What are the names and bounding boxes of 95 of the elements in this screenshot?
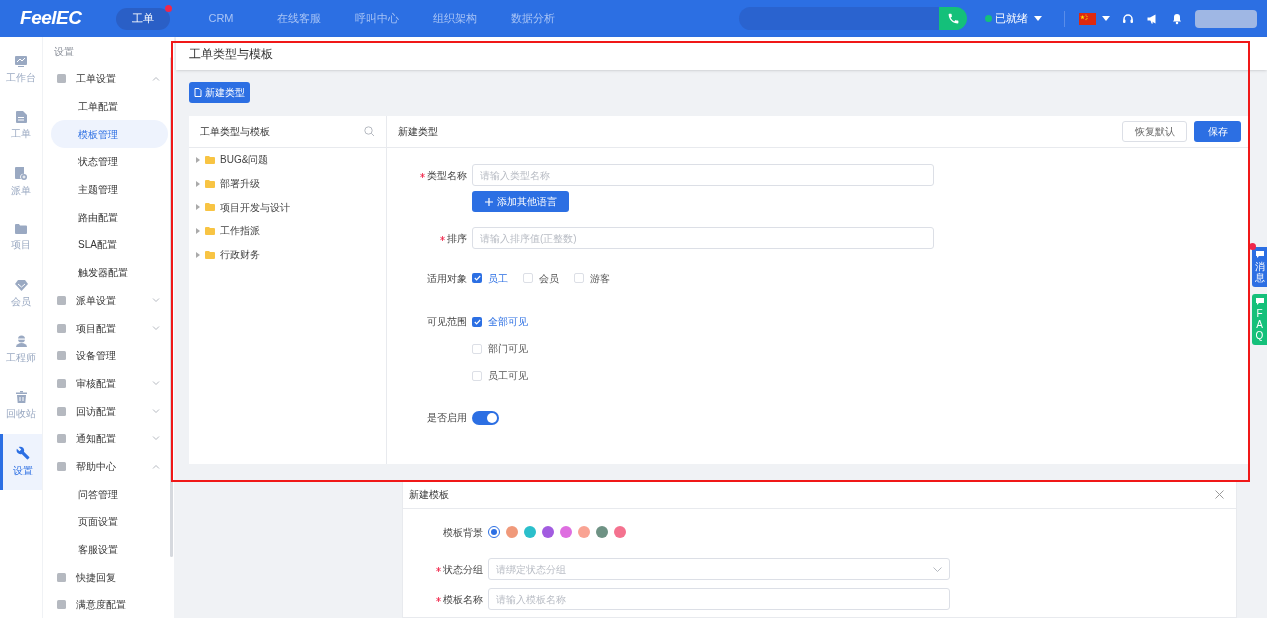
caret-icon <box>1034 15 1042 22</box>
dial-field[interactable] <box>739 7 939 30</box>
sidebar-subitem[interactable]: 问答管理 <box>51 480 168 508</box>
status-label[interactable]: 已就绪 <box>995 10 1028 27</box>
app-logo: FeelEC <box>20 6 83 31</box>
sidebar-subitem[interactable]: 客服设置 <box>51 535 168 564</box>
tree-title: 工单类型与模板 <box>200 125 270 139</box>
rail-icon <box>15 166 27 180</box>
checkbox[interactable]: 会员 <box>523 270 559 286</box>
check-icon <box>473 318 481 325</box>
flag-icon <box>1079 12 1096 25</box>
tree-item[interactable]: 工作指派 <box>189 219 386 243</box>
sidebar-item[interactable]: 项目配置 <box>43 314 170 342</box>
field-label: 可见范围 <box>427 315 467 329</box>
call-button[interactable] <box>939 7 967 30</box>
sidebar-item[interactable]: 帮助中心 <box>43 452 170 481</box>
rail-icon <box>14 279 28 291</box>
sidebar-subitem[interactable]: 页面设置 <box>51 508 168 536</box>
color-swatch[interactable] <box>560 526 572 538</box>
sidebar-subitem[interactable]: 路由配置 <box>51 203 168 232</box>
field-label: 是否启用 <box>427 411 467 425</box>
checkbox[interactable]: 全部可见 <box>472 314 528 329</box>
checkbox[interactable]: 部门可见 <box>472 341 528 356</box>
sidebar-item[interactable]: 快捷回复 <box>43 563 170 592</box>
search-icon <box>364 126 375 137</box>
rail-icon <box>15 391 27 403</box>
plus-icon <box>484 197 493 206</box>
phone-icon <box>946 12 960 25</box>
folder-icon <box>205 203 215 212</box>
save-button[interactable]: 保存 <box>1194 121 1241 142</box>
form-title: 新建类型 <box>398 125 438 139</box>
template-name-field[interactable]: 请输入模板名称 <box>488 588 950 610</box>
chevron-down-icon <box>933 566 942 572</box>
field-label: 模板背景 <box>443 525 483 540</box>
rail-icon <box>15 224 27 234</box>
color-swatch[interactable] <box>614 526 626 538</box>
chat-icon <box>1255 298 1264 305</box>
toggle-switch[interactable] <box>472 410 499 425</box>
page-title: 工单类型与模板 <box>189 45 273 63</box>
folder-icon <box>205 250 215 259</box>
field-label: 模板名称 <box>443 592 483 607</box>
sidebar-item[interactable]: 通知配置 <box>43 424 170 453</box>
reset-button[interactable]: 恢复默认 <box>1122 121 1187 142</box>
color-swatch[interactable] <box>578 526 590 538</box>
sidebar-item[interactable]: 审核配置 <box>43 369 170 398</box>
close-icon <box>1215 490 1224 499</box>
document-icon <box>194 88 202 97</box>
tree-item[interactable]: 项目开发与设计 <box>189 195 386 220</box>
nav-tab[interactable]: 工单 <box>116 7 170 30</box>
chat-icon <box>1255 251 1264 258</box>
rail-icon <box>15 335 27 347</box>
tree-item[interactable]: BUG&问题 <box>189 148 386 172</box>
color-swatch[interactable] <box>596 526 608 538</box>
checkbox[interactable]: 游客 <box>574 270 610 286</box>
bell-icon <box>1171 12 1183 25</box>
tree-item[interactable]: 部署升级 <box>189 171 386 196</box>
avatar-placeholder[interactable] <box>1195 9 1257 28</box>
sort-field[interactable]: 请输入排序值(正整数) <box>472 227 934 249</box>
folder-icon <box>205 155 215 164</box>
sidebar-item[interactable]: 满意度配置 <box>43 591 170 618</box>
rail-icon <box>15 446 30 460</box>
folder-icon <box>205 226 215 235</box>
caret-icon <box>1102 15 1110 22</box>
rail-item[interactable]: 设置 <box>0 434 42 490</box>
sidebar-subitem[interactable]: SLA配置 <box>51 231 168 259</box>
headset-icon <box>1122 12 1134 25</box>
sidebar-subitem[interactable]: 主题管理 <box>51 175 168 204</box>
field-label: 状态分组 <box>443 562 483 577</box>
card-title: 新建模板 <box>409 488 449 502</box>
sidebar-subitem[interactable]: 工单配置 <box>51 92 168 121</box>
sidebar-title: 设置 <box>53 44 75 59</box>
sidebar-item[interactable]: 回访配置 <box>43 397 170 425</box>
sidebar-subitem[interactable]: 模板管理 <box>51 120 168 149</box>
field-label: 适用对象 <box>427 271 467 286</box>
sidebar-subitem[interactable]: 触发器配置 <box>51 258 168 287</box>
checkbox[interactable]: 员工可见 <box>472 368 528 383</box>
add-language-button[interactable]: 添加其他语言 <box>472 191 569 212</box>
sidebar-item[interactable]: 派单设置 <box>43 286 170 315</box>
sidebar-subitem[interactable]: 状态管理 <box>51 148 168 176</box>
folder-icon <box>205 179 215 188</box>
color-swatch[interactable] <box>542 526 554 538</box>
tree-item[interactable]: 行政财务 <box>189 242 386 267</box>
field-label: 类型名称 <box>427 168 467 183</box>
sidebar-item[interactable]: 工单设置 <box>43 65 170 93</box>
sidebar-item[interactable]: 设备管理 <box>43 341 170 370</box>
rail-icon <box>15 111 27 123</box>
check-icon <box>473 275 481 281</box>
megaphone-icon <box>1146 12 1159 25</box>
field-label: 排序 <box>447 231 467 246</box>
color-swatch[interactable] <box>488 526 500 538</box>
color-swatch[interactable] <box>524 526 536 538</box>
checkbox[interactable]: 员工 <box>472 270 508 286</box>
color-swatch[interactable] <box>506 526 518 538</box>
new-type-button[interactable]: 新建类型 <box>189 82 250 103</box>
rail-icon <box>15 55 27 67</box>
